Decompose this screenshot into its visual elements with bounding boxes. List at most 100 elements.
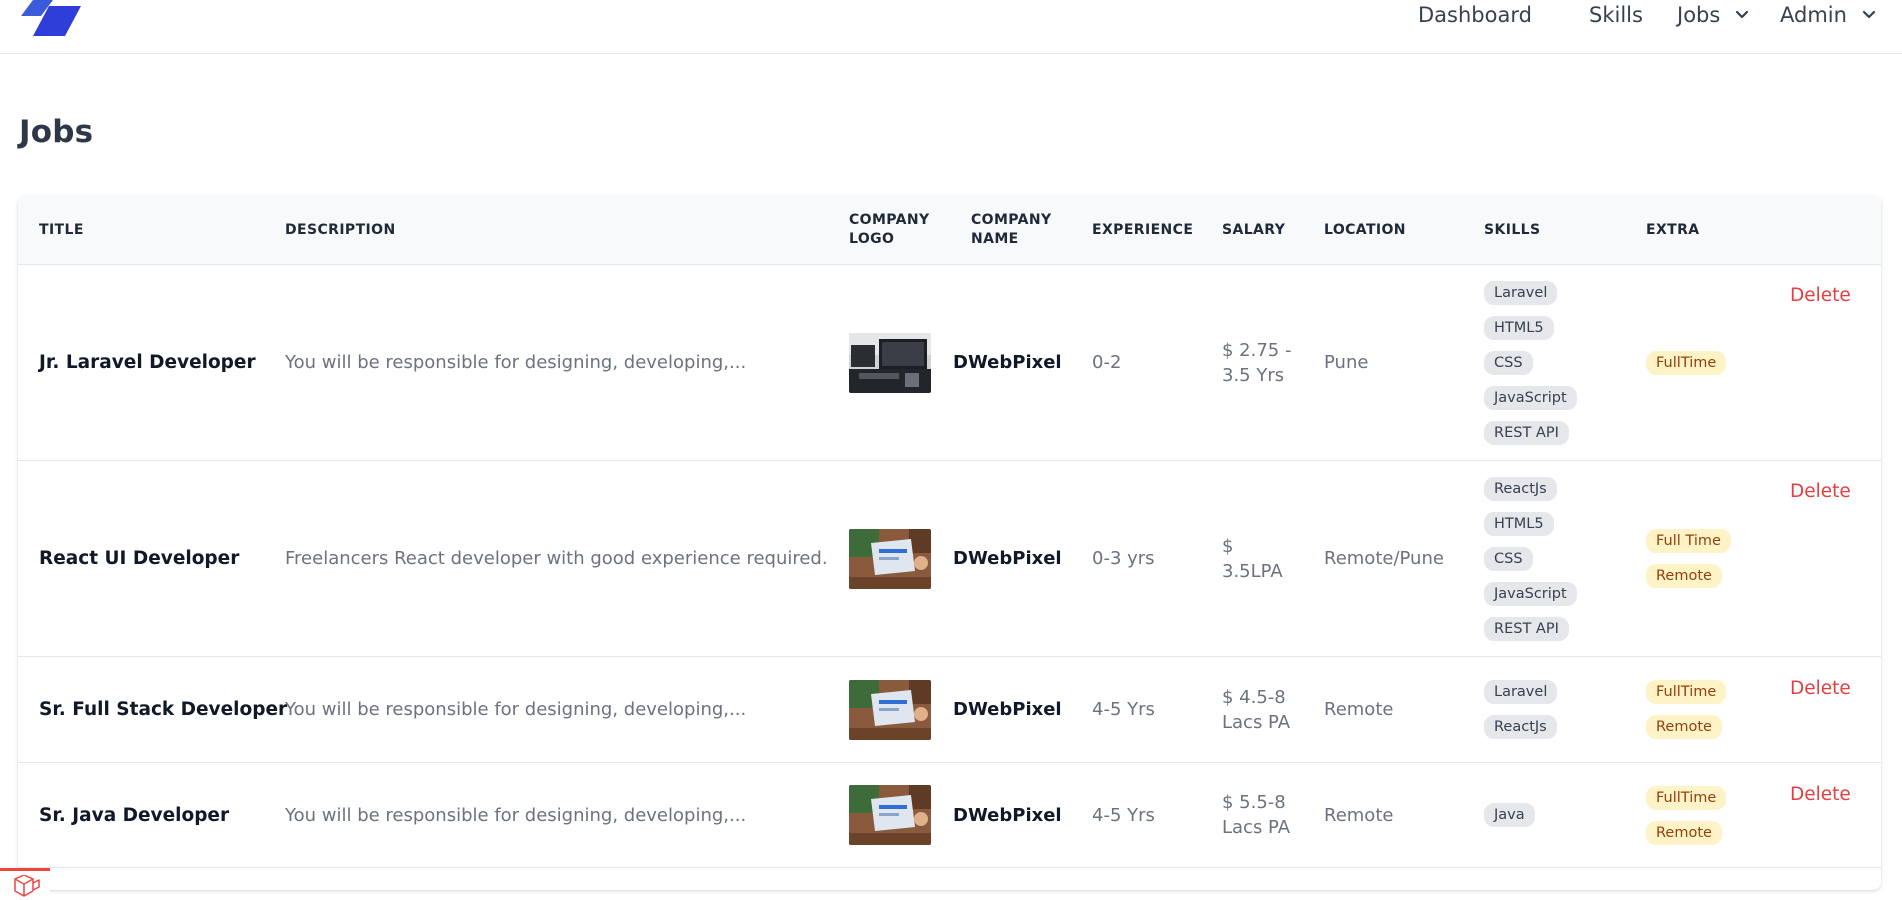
delete-button[interactable]: Delete	[1790, 784, 1851, 805]
skill-badge: CSS	[1484, 546, 1533, 571]
skills-list: Laravel HTML5 CSS JavaScript REST API	[1484, 280, 1577, 445]
page-title: Jobs	[19, 114, 94, 150]
experience: 0-2	[1092, 352, 1122, 373]
skill-badge: Java	[1484, 803, 1535, 827]
skills-cell: Java	[1484, 763, 1535, 867]
location: Remote/Pune	[1324, 548, 1444, 569]
extra-list: FullTime	[1646, 350, 1727, 375]
company-logo-cell	[849, 265, 931, 460]
header-description: Description	[285, 221, 396, 238]
company-logo-image	[849, 528, 931, 589]
job-title: Jr. Laravel Developer	[39, 352, 256, 373]
salary: $ 3.5LPA	[1222, 535, 1283, 582]
skill-badge: HTML5	[1484, 511, 1554, 536]
extra-badge: FullTime	[1646, 680, 1727, 704]
experience: 4-5 Yrs	[1092, 804, 1155, 826]
company-name: DWebPixel	[953, 352, 1062, 373]
extra-cell: FullTime Remote	[1646, 763, 1727, 867]
extra-list: FullTime Remote	[1646, 785, 1727, 845]
header-title: Title	[39, 221, 84, 238]
nav-jobs-label: Jobs	[1677, 3, 1721, 27]
salary: $ 5.5-8 Lacs PA	[1222, 792, 1291, 838]
chevron-down-icon	[1862, 10, 1876, 19]
skills-list: Java	[1484, 803, 1535, 827]
experience: 4-5 Yrs	[1092, 699, 1155, 720]
skill-badge: REST API	[1484, 420, 1569, 445]
extra-badge: FullTime	[1646, 785, 1727, 810]
extra-cell: Full Time Remote	[1646, 461, 1731, 656]
skills-list: ReactJs HTML5 CSS JavaScript REST API	[1484, 476, 1577, 641]
table-row: Jr. Laravel Developer You will be respon…	[18, 264, 1881, 460]
header-experience: Experience	[1092, 221, 1194, 238]
table-row: Sr. Java Developer You will be responsib…	[18, 762, 1881, 868]
company-logo-image	[849, 332, 931, 393]
header-company-name: Company Name	[971, 196, 1052, 264]
extra-list: Full Time Remote	[1646, 529, 1731, 588]
top-navbar: Dashboard Skills Jobs Admin	[0, 0, 1902, 54]
company-logo-cell	[849, 461, 931, 656]
delete-button[interactable]: Delete	[1790, 481, 1851, 502]
extra-badge: Full Time	[1646, 529, 1731, 553]
nav-dashboard-label: Dashboard	[1418, 3, 1532, 27]
job-title: React UI Developer	[39, 548, 240, 569]
table-row: Sr. Full Stack Developer You will be res…	[18, 656, 1881, 762]
extra-badge: Remote	[1646, 715, 1722, 739]
salary: $ 4.5-8 Lacs PA	[1222, 686, 1291, 733]
extra-list: FullTime Remote	[1646, 680, 1727, 739]
delete-button[interactable]: Delete	[1790, 678, 1851, 699]
header-salary: Salary	[1222, 221, 1286, 238]
job-description: You will be responsible for designing, d…	[285, 699, 747, 720]
nav-skills[interactable]: Skills	[1589, 0, 1643, 30]
app-logo[interactable]	[19, 0, 81, 36]
header-company-logo: Company Logo	[849, 196, 930, 264]
debugbar-toggle[interactable]	[0, 868, 50, 900]
job-title: Sr. Java Developer	[39, 804, 230, 826]
delete-button[interactable]: Delete	[1790, 285, 1851, 306]
header-company-name-line2: Name	[971, 231, 1019, 247]
skills-list: Laravel ReactJs	[1484, 680, 1558, 739]
job-title: Sr. Full Stack Developer	[39, 699, 288, 720]
skills-cell: ReactJs HTML5 CSS JavaScript REST API	[1484, 461, 1577, 656]
nav-dashboard[interactable]: Dashboard	[1418, 0, 1532, 30]
skill-badge: JavaScript	[1484, 581, 1577, 606]
header-company-name-line1: Company	[971, 212, 1052, 228]
skill-badge: JavaScript	[1484, 385, 1577, 410]
nav-admin-dropdown[interactable]: Admin	[1780, 0, 1877, 30]
company-logo-cell	[849, 657, 931, 762]
skill-badge: Laravel	[1484, 280, 1558, 305]
skills-cell: Laravel HTML5 CSS JavaScript REST API	[1484, 265, 1577, 460]
skill-badge: ReactJs	[1484, 476, 1557, 501]
nav-skills-label: Skills	[1589, 3, 1643, 27]
extra-cell: FullTime Remote	[1646, 657, 1727, 762]
skill-badge: CSS	[1484, 350, 1533, 375]
salary: $ 2.75 - 3.5 Yrs	[1222, 339, 1292, 386]
table-row: React UI Developer Freelancers React dev…	[18, 460, 1881, 656]
location: Remote	[1324, 804, 1394, 826]
extra-badge: Remote	[1646, 820, 1722, 845]
experience: 0-3 yrs	[1092, 548, 1155, 569]
extra-cell: FullTime	[1646, 265, 1727, 460]
company-name: DWebPixel	[953, 548, 1062, 569]
table-header: Title Description Company Logo Company N…	[18, 196, 1881, 264]
job-description: Freelancers React developer with good ex…	[285, 548, 828, 569]
location: Remote	[1324, 699, 1394, 720]
skill-badge: Laravel	[1484, 680, 1558, 704]
company-logo-cell	[849, 763, 931, 867]
nav-jobs-dropdown[interactable]: Jobs	[1677, 0, 1750, 30]
company-logo-image	[849, 785, 931, 845]
job-description: You will be responsible for designing, d…	[285, 804, 747, 826]
company-name: DWebPixel	[953, 699, 1062, 720]
header-location: Location	[1324, 221, 1406, 238]
skills-cell: Laravel ReactJs	[1484, 657, 1558, 762]
job-description: You will be responsible for designing, d…	[285, 352, 747, 373]
extra-badge: Remote	[1646, 564, 1722, 588]
header-extra: Extra	[1646, 221, 1700, 238]
header-company-logo-line1: Company	[849, 212, 930, 228]
header-company-logo-line2: Logo	[849, 231, 895, 247]
laravel-icon	[14, 875, 40, 897]
skill-badge: REST API	[1484, 616, 1569, 641]
skill-badge: ReactJs	[1484, 715, 1557, 739]
location: Pune	[1324, 352, 1369, 373]
company-name: DWebPixel	[953, 804, 1062, 826]
chevron-down-icon	[1736, 10, 1749, 19]
